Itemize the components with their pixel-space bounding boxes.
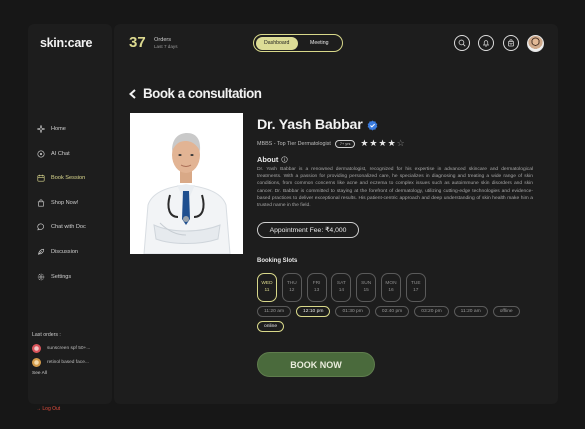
doctor-name-text: Dr. Yash Babbar — [257, 117, 363, 133]
doctor-photo — [130, 113, 243, 254]
bag-icon — [508, 39, 514, 47]
last-orders: Last orders : sunscreen spf 50+... retin… — [32, 332, 110, 376]
search-button[interactable] — [454, 35, 470, 51]
sidebar-item-label: Settings — [51, 273, 72, 280]
product-thumbnail — [32, 343, 41, 353]
mode-online[interactable]: online — [257, 320, 285, 332]
top-bar: 37 Orders Last 7 days Dashboard Meeting — [114, 24, 558, 60]
view-toggle: Dashboard Meeting — [253, 34, 343, 52]
rating-stars-filled: ★★★★ — [360, 138, 397, 148]
time-slot-selector: 11:20 am 12:10 pm 01:30 pm 02:40 pm 03:2… — [257, 306, 547, 335]
logout-button[interactable]: → Log Out — [36, 406, 60, 412]
sidebar-item-label: Discussion — [51, 248, 79, 255]
day-date: 11 — [264, 287, 270, 293]
list-item[interactable]: sunscreen spf 50+... — [32, 343, 110, 353]
about-heading: About — [257, 155, 288, 164]
doctor-subtitle: MBBS - Top Tier Dermatologist 7+ yrs ★★★… — [257, 138, 406, 149]
sidebar-nav: Home AI Chat Book Session Shop Now! Chat… — [37, 123, 109, 295]
time-slot[interactable]: 11:20 am — [257, 306, 292, 317]
day-option[interactable]: TUE 17 — [405, 273, 426, 302]
book-now-button[interactable]: BOOK NOW — [257, 352, 375, 377]
see-all-link[interactable]: See All — [32, 371, 110, 376]
orders-count: 37 — [129, 34, 146, 51]
day-date: 15 — [363, 287, 369, 293]
orders-label-title: Orders — [154, 37, 172, 43]
appointment-fee: Appointment Fee: ₹4,000 — [257, 222, 359, 238]
product-thumbnail — [32, 357, 41, 367]
time-slot[interactable]: 12:10 pm — [296, 306, 331, 317]
main-panel: 37 Orders Last 7 days Dashboard Meeting … — [114, 24, 558, 404]
doctor-name: Dr. Yash Babbar — [257, 117, 378, 133]
sidebar-item-book-session[interactable]: Book Session — [37, 172, 109, 184]
avatar[interactable] — [527, 35, 544, 52]
doctor-portrait-image — [130, 113, 243, 254]
page-title-text: Book a consultation — [143, 86, 262, 101]
sidebar-item-settings[interactable]: Settings — [37, 271, 109, 283]
rating-stars: ★★★★☆ — [360, 138, 405, 149]
last-orders-title: Last orders : — [32, 332, 61, 338]
day-option[interactable]: THU 12 — [281, 273, 302, 302]
sidebar-item-home[interactable]: Home — [37, 123, 109, 135]
day-date: 14 — [338, 287, 345, 293]
sidebar-item-discussion[interactable]: Discussion — [37, 246, 109, 258]
day-date: 16 — [388, 287, 394, 293]
day-option[interactable]: MON 16 — [380, 273, 401, 302]
sidebar-item-label: Book Session — [51, 175, 86, 182]
rating-stars-empty: ☆ — [396, 138, 406, 148]
time-slot[interactable]: 11:20 am — [453, 306, 488, 317]
about-title: About — [257, 155, 279, 164]
list-item[interactable]: retinol based face... — [32, 357, 110, 367]
booking-slots-title: Booking Slots — [257, 258, 298, 264]
sidebar-item-label: Shop Now! — [51, 199, 79, 206]
sparkle-icon — [37, 125, 45, 133]
order-label: retinol based face... — [47, 359, 89, 365]
day-date: 12 — [289, 287, 295, 293]
orders-label: Orders Last 7 days — [154, 37, 178, 50]
sidebar-item-ai-chat[interactable]: AI Chat — [37, 148, 109, 160]
cart-button[interactable] — [503, 35, 519, 51]
search-icon — [458, 39, 466, 47]
sidebar-item-label: Chat with Doc — [51, 224, 86, 231]
day-option[interactable]: WED 11 — [257, 273, 277, 302]
notifications-button[interactable] — [478, 35, 494, 51]
tab-meeting[interactable]: Meeting — [298, 37, 341, 50]
brand-logo[interactable]: skin:care — [40, 36, 93, 50]
chat-icon — [37, 223, 44, 231]
day-date: 17 — [413, 287, 419, 293]
sidebar-item-chat-with-doc[interactable]: Chat with Doc — [37, 221, 109, 233]
ai-chat-icon — [37, 150, 45, 158]
day-option[interactable]: SUN 15 — [356, 273, 377, 302]
orders-label-sub: Last 7 days — [154, 43, 178, 49]
sidebar-item-label: Home — [51, 126, 66, 132]
verified-badge-icon — [367, 119, 377, 131]
info-icon[interactable] — [281, 156, 288, 163]
order-label: sunscreen spf 50+... — [47, 345, 91, 351]
sidebar-item-shop[interactable]: Shop Now! — [37, 197, 109, 209]
experience-badge: 7+ yrs — [334, 139, 356, 148]
mode-offline[interactable]: offline — [492, 306, 520, 317]
gear-icon — [37, 273, 45, 280]
time-slot[interactable]: 03:20 pm — [414, 306, 449, 317]
calendar-icon — [37, 174, 45, 182]
bell-icon — [482, 40, 490, 47]
time-slot[interactable]: 01:30 pm — [335, 306, 370, 317]
doctor-qualification: MBBS - Top Tier Dermatologist — [257, 140, 331, 147]
about-text: Dr. Yash Babbar is a renowned dermatolog… — [257, 167, 533, 209]
day-option[interactable]: SAT 14 — [331, 273, 352, 302]
back-icon[interactable] — [128, 88, 137, 99]
feather-icon — [38, 248, 45, 255]
time-slot[interactable]: 02:40 pm — [374, 306, 410, 317]
day-date: 13 — [313, 287, 320, 293]
tab-dashboard[interactable]: Dashboard — [255, 36, 298, 50]
sidebar: skin:care Home AI Chat Book Session Shop… — [28, 24, 112, 412]
page-title: Book a consultation — [128, 86, 262, 101]
day-option[interactable]: FRI 13 — [306, 273, 327, 302]
sidebar-item-label: AI Chat — [51, 150, 70, 157]
shop-icon — [37, 199, 45, 207]
day-selector: WED 11 THU 12 FRI 13 SAT 14 SUN 15 MON 16 TUE 1… — [257, 273, 431, 302]
